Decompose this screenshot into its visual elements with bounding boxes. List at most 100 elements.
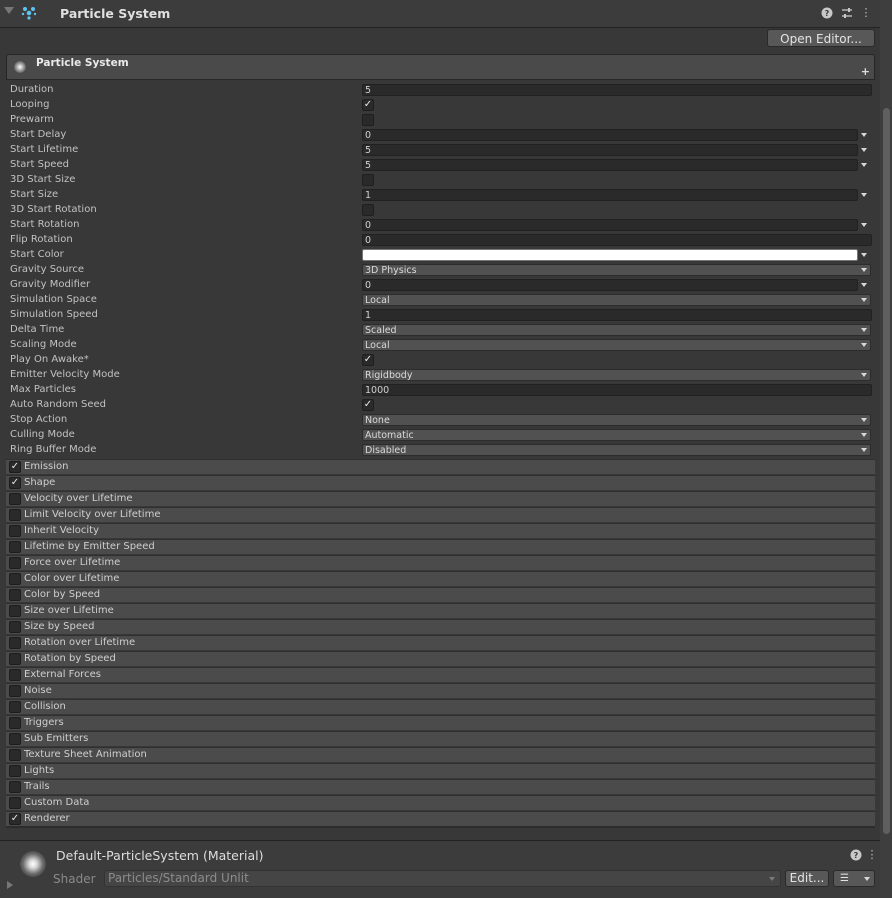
material-preview-sphere[interactable] <box>20 851 46 877</box>
module-row[interactable]: Triggers <box>6 715 875 730</box>
module-enable-checkbox[interactable] <box>9 637 21 649</box>
module-row[interactable]: Velocity over Lifetime <box>6 491 875 506</box>
open-editor-button[interactable]: Open Editor... <box>767 29 875 47</box>
toggle-checkbox[interactable] <box>362 114 374 126</box>
module-enable-checkbox[interactable] <box>9 701 21 713</box>
value-field[interactable]: 0 <box>362 129 858 141</box>
curve-mode-dropdown-icon[interactable] <box>861 193 867 197</box>
module-row[interactable]: Lifetime by Emitter Speed <box>6 539 875 554</box>
module-row[interactable]: Inherit Velocity <box>6 523 875 538</box>
value-field[interactable]: 5 <box>362 84 872 96</box>
scrollbar-thumb[interactable] <box>883 108 890 834</box>
module-label: Force over Lifetime <box>24 557 121 568</box>
module-enable-checkbox[interactable] <box>9 765 21 777</box>
help-icon[interactable]: ? <box>821 7 833 19</box>
dropdown-field[interactable]: Local <box>362 294 871 306</box>
value-field[interactable]: 0 <box>362 279 858 291</box>
module-enable-checkbox[interactable] <box>9 653 21 665</box>
module-row[interactable]: Rotation by Speed <box>6 651 875 666</box>
module-row[interactable]: Texture Sheet Animation <box>6 747 875 762</box>
module-row[interactable]: Size by Speed <box>6 619 875 634</box>
module-enable-checkbox[interactable] <box>9 781 21 793</box>
module-label: Limit Velocity over Lifetime <box>24 509 161 520</box>
module-enable-checkbox[interactable] <box>9 733 21 745</box>
module-row[interactable]: Size over Lifetime <box>6 603 875 618</box>
module-enable-checkbox[interactable] <box>9 669 21 681</box>
module-row[interactable]: Color over Lifetime <box>6 571 875 586</box>
module-row[interactable]: Trails <box>6 779 875 794</box>
toggle-checkbox[interactable]: ✓ <box>362 399 374 411</box>
edit-shader-button[interactable]: Edit... <box>785 870 829 887</box>
module-enable-checkbox[interactable]: ✓ <box>9 477 21 489</box>
dropdown-field[interactable]: Rigidbody <box>362 369 871 381</box>
curve-mode-dropdown-icon[interactable] <box>861 163 867 167</box>
fold-arrow-icon[interactable] <box>4 7 14 14</box>
dropdown-field[interactable]: Local <box>362 339 871 351</box>
module-enable-checkbox[interactable]: ✓ <box>9 461 21 473</box>
component-header[interactable]: Particle System ? ⋮ <box>0 0 880 28</box>
module-row[interactable]: Noise <box>6 683 875 698</box>
module-enable-checkbox[interactable] <box>9 605 21 617</box>
module-enable-checkbox[interactable]: ✓ <box>9 813 21 825</box>
module-row[interactable]: ✓ Emission <box>6 459 875 474</box>
module-enable-checkbox[interactable] <box>9 509 21 521</box>
module-enable-checkbox[interactable] <box>9 557 21 569</box>
dropdown-field[interactable]: 3D Physics <box>362 264 871 276</box>
dropdown-field[interactable]: Scaled <box>362 324 871 336</box>
module-row[interactable]: Force over Lifetime <box>6 555 875 570</box>
main-module-header[interactable]: Particle System + <box>6 54 875 80</box>
kebab-menu-icon[interactable]: ⋮ <box>860 7 872 19</box>
value-field[interactable]: 1000 <box>362 384 872 396</box>
property-row: Simulation Speed 1 <box>0 308 880 323</box>
module-enable-checkbox[interactable] <box>9 541 21 553</box>
module-row[interactable]: Sub Emitters <box>6 731 875 746</box>
module-row[interactable]: Lights <box>6 763 875 778</box>
module-row[interactable]: ✓ Renderer <box>6 811 875 826</box>
add-module-icon[interactable]: + <box>861 65 870 78</box>
module-row[interactable]: External Forces <box>6 667 875 682</box>
module-enable-checkbox[interactable] <box>9 749 21 761</box>
module-enable-checkbox[interactable] <box>9 621 21 633</box>
module-row[interactable]: Limit Velocity over Lifetime <box>6 507 875 522</box>
module-enable-checkbox[interactable] <box>9 493 21 505</box>
module-enable-checkbox[interactable] <box>9 589 21 601</box>
color-field[interactable] <box>362 249 858 261</box>
toggle-checkbox[interactable]: ✓ <box>362 99 374 111</box>
value-field[interactable]: 0 <box>362 234 872 246</box>
module-row[interactable]: Custom Data <box>6 795 875 810</box>
value-field[interactable]: 1 <box>362 189 858 201</box>
module-label: Collision <box>24 701 66 712</box>
material-fold-arrow-icon[interactable] <box>7 881 13 889</box>
module-enable-checkbox[interactable] <box>9 525 21 537</box>
module-row[interactable]: ✓ Shape <box>6 475 875 490</box>
value-field[interactable]: 5 <box>362 159 858 171</box>
toggle-checkbox[interactable]: ✓ <box>362 354 374 366</box>
dropdown-field[interactable]: Automatic <box>362 429 871 441</box>
module-row[interactable]: Collision <box>6 699 875 714</box>
shader-dropdown[interactable]: Particles/Standard Unlit <box>104 870 781 887</box>
module-enable-checkbox[interactable] <box>9 685 21 697</box>
curve-mode-dropdown-icon[interactable] <box>861 148 867 152</box>
module-enable-checkbox[interactable] <box>9 573 21 585</box>
value-field[interactable]: 5 <box>362 144 858 156</box>
toggle-checkbox[interactable] <box>362 204 374 216</box>
dropdown-field[interactable]: Disabled <box>362 444 871 456</box>
toggle-checkbox[interactable] <box>362 174 374 186</box>
color-mode-dropdown-icon[interactable] <box>861 253 867 257</box>
module-enable-checkbox[interactable] <box>9 717 21 729</box>
preset-icon[interactable] <box>841 7 853 19</box>
dropdown-field[interactable]: None <box>362 414 871 426</box>
module-enable-checkbox[interactable] <box>9 797 21 809</box>
curve-mode-dropdown-icon[interactable] <box>861 283 867 287</box>
material-help-icon[interactable]: ? <box>850 849 862 861</box>
value-field[interactable]: 1 <box>362 309 872 321</box>
shader-options-button[interactable]: ☰ <box>833 870 875 887</box>
property-row: Start Delay 0 <box>0 128 880 143</box>
module-row[interactable]: Color by Speed <box>6 587 875 602</box>
property-row: 3D Start Size <box>0 173 880 188</box>
value-field[interactable]: 0 <box>362 219 858 231</box>
material-menu-icon[interactable]: ⋮ <box>866 849 878 861</box>
curve-mode-dropdown-icon[interactable] <box>861 133 867 137</box>
curve-mode-dropdown-icon[interactable] <box>861 223 867 227</box>
module-row[interactable]: Rotation over Lifetime <box>6 635 875 650</box>
